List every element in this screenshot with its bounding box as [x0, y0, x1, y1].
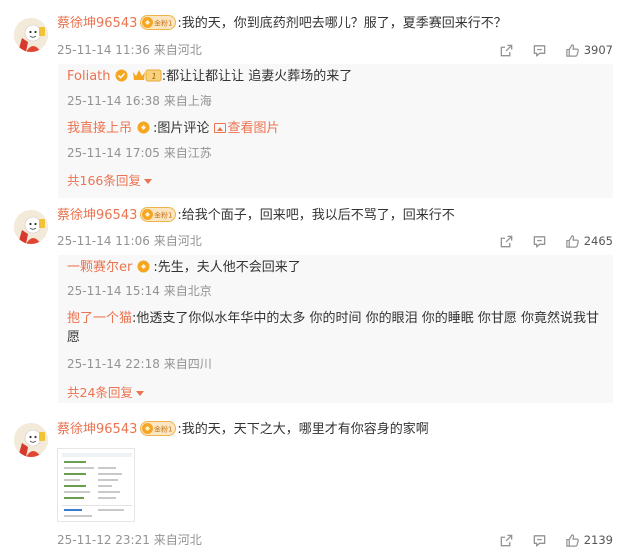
more-replies-label: 共166条回复	[67, 173, 141, 188]
comment-icon	[532, 43, 547, 58]
comment-actions: 3907	[499, 42, 613, 58]
comment-username[interactable]: 蔡徐坤96543	[57, 422, 137, 437]
gold-fan-badge	[140, 207, 176, 222]
comment-body: 蔡徐坤96543 :我的天，天下之大，哪里才有你容身的家啊	[57, 421, 429, 439]
share-icon	[499, 43, 514, 58]
svg-text:1: 1	[151, 72, 156, 81]
share-button[interactable]	[499, 43, 514, 58]
view-picture-label: 查看图片	[227, 121, 280, 136]
reply-username[interactable]: 一颗赛尔er	[67, 260, 132, 275]
comment-icon	[532, 533, 547, 548]
reply-text: :图片评论	[153, 121, 210, 136]
reply-body: Foliath 1 :都让让都让让 追妻火葬场的来了	[67, 68, 352, 86]
reply-username[interactable]: 抱了一个猫	[67, 311, 132, 326]
comment-text: :我的天，你到底药剂吧去哪儿？服了，夏季赛回来行不？	[177, 16, 507, 31]
reply-text: :他透支了你似水年华中的太多 你的时间 你的眼泪 你的睡眠 你甘愿 你竟然说我甘	[132, 311, 600, 326]
reply-location: 来自北京	[163, 284, 212, 298]
chevron-down-icon	[143, 179, 152, 184]
like-count: 2465	[583, 234, 613, 248]
reply-box: Foliath 1 :都让让都让让 追妻火葬场的来了 25-11-14 16:38…	[58, 64, 613, 198]
comment-actions: 2139	[499, 532, 613, 548]
comment-meta: 25-11-12 23:21 来自河北	[57, 532, 202, 548]
fan-badge-icon	[137, 121, 150, 134]
like-button[interactable]: 2465	[565, 234, 613, 249]
like-count: 3907	[583, 43, 613, 57]
gold-fan-badge	[140, 421, 176, 436]
reply-timestamp: 25-11-14 22:18	[67, 357, 160, 371]
reply-meta: 25-11-14 22:18 来自四川	[67, 356, 212, 372]
comment-location: 来自河北	[153, 43, 202, 57]
share-icon	[499, 533, 514, 548]
comment-timestamp: 25-11-14 11:06	[57, 234, 150, 248]
comment-username[interactable]: 蔡徐坤96543	[57, 208, 137, 223]
comment-icon	[532, 234, 547, 249]
screenshot-preview	[58, 449, 134, 521]
like-count: 2139	[583, 533, 613, 547]
reply-button[interactable]	[532, 234, 547, 249]
reply-location: 来自四川	[163, 357, 212, 371]
reply-text: 愿	[67, 330, 81, 345]
comment-location: 来自河北	[153, 234, 202, 248]
comment-image-thumbnail[interactable]	[57, 448, 135, 522]
like-button[interactable]: 3907	[565, 43, 613, 58]
reply-timestamp: 25-11-14 17:05	[67, 146, 160, 160]
comment-location: 来自河北	[153, 533, 202, 547]
reply-body: 一颗赛尔er :先生，夫人他不会回来了	[67, 259, 301, 277]
comment-text: :我的天，天下之大，哪里才有你容身的家啊	[177, 422, 429, 437]
reply-button[interactable]	[532, 533, 547, 548]
share-button[interactable]	[499, 533, 514, 548]
reply-username[interactable]: Foliath	[67, 69, 111, 84]
reply-meta: 25-11-14 17:05 来自江苏	[67, 145, 212, 161]
reply-location: 来自江苏	[163, 146, 212, 160]
verified-icon	[115, 69, 128, 82]
more-replies-link[interactable]: 共24条回复	[67, 385, 144, 401]
like-icon	[565, 234, 580, 249]
comment-username[interactable]: 蔡徐坤96543	[57, 16, 137, 31]
reply-body: 我直接上吊 :图片评论 查看图片	[67, 120, 280, 138]
chevron-down-icon	[135, 391, 144, 396]
reply-username[interactable]: 我直接上吊	[67, 121, 132, 136]
comment-text: :给我个面子，回来吧，我以后不骂了，回来行不	[177, 208, 455, 223]
reply-body: 抱了一个猫:他透支了你似水年华中的太多 你的时间 你的眼泪 你的睡眠 你甘愿 你…	[67, 310, 599, 328]
comment-body: 蔡徐坤96543 :我的天，你到底药剂吧去哪儿？服了，夏季赛回来行不？	[57, 15, 507, 33]
reply-text: :先生，夫人他不会回来了	[153, 260, 301, 275]
reply-button[interactable]	[532, 43, 547, 58]
avatar[interactable]	[14, 18, 48, 52]
view-picture-link[interactable]: 查看图片	[213, 121, 280, 136]
reply-box: 一颗赛尔er :先生，夫人他不会回来了 25-11-14 15:14 来自北京 抱…	[58, 255, 613, 403]
reply-text: :都让让都让让 追妻火葬场的来了	[161, 69, 353, 84]
reply-meta: 25-11-14 15:14 来自北京	[67, 283, 212, 299]
like-button[interactable]: 2139	[565, 533, 613, 548]
comment-meta: 25-11-14 11:06 来自河北	[57, 233, 202, 249]
like-icon	[565, 43, 580, 58]
comment-timestamp: 25-11-12 23:21	[57, 533, 150, 547]
reply-timestamp: 25-11-14 16:38	[67, 94, 160, 108]
vip-crown-icon: 1	[132, 69, 162, 82]
picture-icon	[213, 123, 226, 133]
comment-timestamp: 25-11-14 11:36	[57, 43, 150, 57]
comment-actions: 2465	[499, 233, 613, 249]
more-replies-link[interactable]: 共166条回复	[67, 173, 152, 189]
reply-body-continued: 愿	[67, 329, 80, 347]
gold-fan-badge	[140, 15, 176, 30]
fan-badge-icon	[137, 260, 150, 273]
reply-timestamp: 25-11-14 15:14	[67, 284, 160, 298]
avatar[interactable]	[14, 423, 48, 457]
comment-meta: 25-11-14 11:36 来自河北	[57, 42, 202, 58]
avatar[interactable]	[14, 210, 48, 244]
comment-body: 蔡徐坤96543 :给我个面子，回来吧，我以后不骂了，回来行不	[57, 207, 455, 225]
share-icon	[499, 234, 514, 249]
reply-location: 来自上海	[163, 94, 212, 108]
reply-meta: 25-11-14 16:38 来自上海	[67, 93, 212, 109]
more-replies-label: 共24条回复	[67, 385, 133, 400]
share-button[interactable]	[499, 234, 514, 249]
like-icon	[565, 533, 580, 548]
